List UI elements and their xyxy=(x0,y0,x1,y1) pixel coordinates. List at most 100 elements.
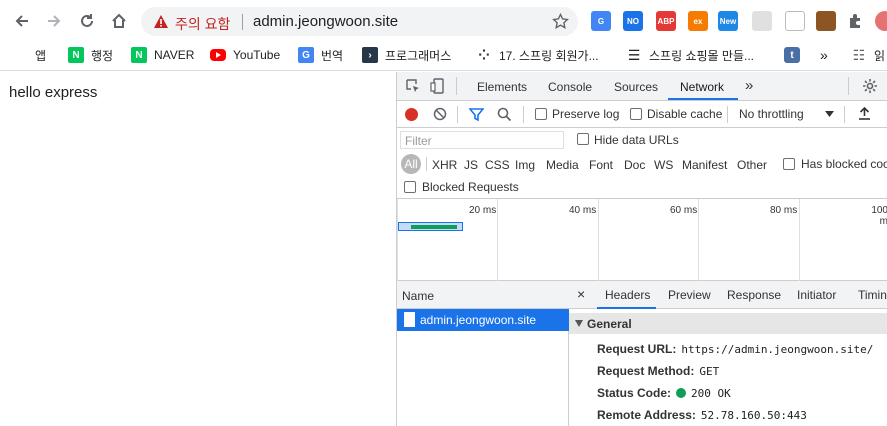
security-warning[interactable]: 주의 요함 xyxy=(175,14,230,34)
bookmarks-overflow-button[interactable]: » xyxy=(820,46,828,64)
tab-response[interactable]: Response xyxy=(727,288,781,302)
toolbar-divider xyxy=(848,77,849,95)
timeline-gridline xyxy=(598,199,599,281)
type-filter-other[interactable]: Other xyxy=(737,158,767,172)
remote-address-field: Remote Address: 52.78.160.50:443 xyxy=(597,408,807,422)
warning-icon xyxy=(154,15,168,28)
active-tab-indicator xyxy=(597,307,656,309)
reading-list-button[interactable]: ☷ 읽 xyxy=(851,46,885,64)
tab-headers[interactable]: Headers xyxy=(605,288,650,302)
bookmark-label: 프로그래머스 xyxy=(385,48,452,63)
bookmark-youtube[interactable]: YouTube xyxy=(210,46,280,64)
bookmark-tistory[interactable]: t xyxy=(784,46,807,64)
request-row[interactable]: admin.jeongwoon.site xyxy=(397,309,569,331)
inspect-element-icon[interactable] xyxy=(406,79,421,94)
abp-ext-icon[interactable]: ABP xyxy=(656,11,676,31)
clear-icon[interactable] xyxy=(433,107,447,121)
field-value: 200 OK xyxy=(691,387,731,400)
ex-ext-icon[interactable]: ex xyxy=(688,11,708,31)
home-button[interactable] xyxy=(107,9,131,33)
tab-console[interactable]: Console xyxy=(548,80,592,94)
record-button[interactable] xyxy=(405,108,418,121)
tab-network[interactable]: Network xyxy=(680,80,724,94)
bookmark-translate[interactable]: G 번역 xyxy=(298,46,343,64)
requests-area: Name admin.jeongwoon.site × Headers Prev… xyxy=(397,281,887,426)
naver-icon: N xyxy=(68,47,84,63)
field-key: Request Method: xyxy=(597,364,695,378)
tab-elements[interactable]: Elements xyxy=(477,80,527,94)
filter-funnel-icon[interactable] xyxy=(469,107,484,122)
bookmarks-bar: 앱 N 행정 N NAVER YouTube G 번역 › 프로그래머스 ⁘ 1… xyxy=(0,40,887,71)
close-details-icon[interactable]: × xyxy=(577,286,585,302)
toolbar-divider xyxy=(523,106,524,123)
reload-button[interactable] xyxy=(75,9,99,33)
has-blocked-cookies-checkbox[interactable] xyxy=(783,158,795,170)
disable-cache-checkbox[interactable] xyxy=(630,108,642,120)
forward-button[interactable] xyxy=(42,9,66,33)
type-filter-xhr[interactable]: XHR xyxy=(432,158,457,172)
type-filter-css[interactable]: CSS xyxy=(485,158,510,172)
general-section-header[interactable]: General xyxy=(569,313,887,334)
page-text: hello express xyxy=(9,84,98,101)
import-upload-icon[interactable] xyxy=(858,107,871,121)
device-toolbar-icon[interactable] xyxy=(430,78,446,94)
blog-icon: ☰ xyxy=(627,46,641,63)
timeline-gridline xyxy=(799,199,800,281)
grid-ext-icon[interactable] xyxy=(752,11,772,31)
name-column-header[interactable]: Name xyxy=(402,289,434,303)
bookmark-spring-signup[interactable]: ⁘ 17. 스프링 회원가... xyxy=(476,46,598,64)
translate-ext-icon[interactable]: G xyxy=(591,11,611,31)
back-button[interactable] xyxy=(10,9,34,33)
bookmark-programmers[interactable]: › 프로그래머스 xyxy=(362,46,451,64)
tistory-icon: t xyxy=(784,47,800,63)
hide-data-urls-label: Hide data URLs xyxy=(594,133,679,147)
cookie-ext-icon[interactable] xyxy=(816,11,836,31)
hide-data-urls-checkbox[interactable] xyxy=(577,133,589,145)
bookmark-spring-shop[interactable]: ☰ 스프링 쇼핑몰 만들... xyxy=(626,46,754,64)
toolbar-divider xyxy=(426,157,427,171)
blocked-requests-row: Blocked Requests xyxy=(397,177,887,199)
tab-preview[interactable]: Preview xyxy=(668,288,711,302)
type-filter-js[interactable]: JS xyxy=(464,158,478,172)
bookmark-star-icon[interactable] xyxy=(552,13,569,30)
home-icon xyxy=(112,13,126,28)
tab-sources[interactable]: Sources xyxy=(614,80,658,94)
type-filter-doc[interactable]: Doc xyxy=(624,158,645,172)
type-filter-font[interactable]: Font xyxy=(589,158,613,172)
has-blocked-cookies-label: Has blocked coo xyxy=(801,157,887,171)
tab-initiator[interactable]: Initiator xyxy=(797,288,836,302)
profile-avatar[interactable] xyxy=(875,11,887,31)
type-filter-ws[interactable]: WS xyxy=(654,158,673,172)
timeline-gridline xyxy=(698,199,699,281)
bookmark-haengjeong[interactable]: N 행정 xyxy=(68,46,113,64)
more-tabs-button[interactable]: » xyxy=(745,77,753,94)
devtools-panel: Elements Console Sources Network » Prese… xyxy=(396,72,887,426)
blocked-requests-checkbox[interactable] xyxy=(404,181,416,193)
tab-timing[interactable]: Timin xyxy=(858,288,887,302)
gear-icon[interactable] xyxy=(862,78,878,94)
preserve-log-checkbox[interactable] xyxy=(535,108,547,120)
url-text[interactable]: admin.jeongwoon.site xyxy=(253,13,398,30)
bookmark-naver[interactable]: N NAVER xyxy=(131,46,194,64)
address-bar[interactable]: 주의 요함 admin.jeongwoon.site xyxy=(141,7,578,36)
extensions-puzzle-icon[interactable] xyxy=(846,12,864,30)
type-filter-all[interactable]: All xyxy=(401,154,421,174)
new-ext-icon[interactable]: New xyxy=(718,11,738,31)
bookmark-label: 스프링 쇼핑몰 만들... xyxy=(649,48,754,63)
field-key: Remote Address: xyxy=(597,408,696,422)
type-filter-manifest[interactable]: Manifest xyxy=(682,158,727,172)
bookmark-apps[interactable]: 앱 xyxy=(14,46,46,64)
reading-list-icon: ☷ xyxy=(852,46,866,63)
programmers-icon: › xyxy=(362,47,378,63)
filter-input[interactable]: Filter xyxy=(400,131,564,149)
type-filter-media[interactable]: Media xyxy=(546,158,579,172)
circle-ext-icon[interactable] xyxy=(785,11,805,31)
search-icon[interactable] xyxy=(497,107,512,122)
throttling-select[interactable]: No throttling xyxy=(739,107,804,121)
timeline-gridline xyxy=(397,199,398,281)
no-ext-icon[interactable]: NO xyxy=(623,11,643,31)
caret-down-icon[interactable] xyxy=(825,111,834,117)
page-viewport: hello express xyxy=(0,72,396,426)
network-timeline-overview[interactable]: 20 ms 40 ms 60 ms 80 ms 100 m xyxy=(397,199,887,281)
type-filter-img[interactable]: Img xyxy=(515,158,535,172)
